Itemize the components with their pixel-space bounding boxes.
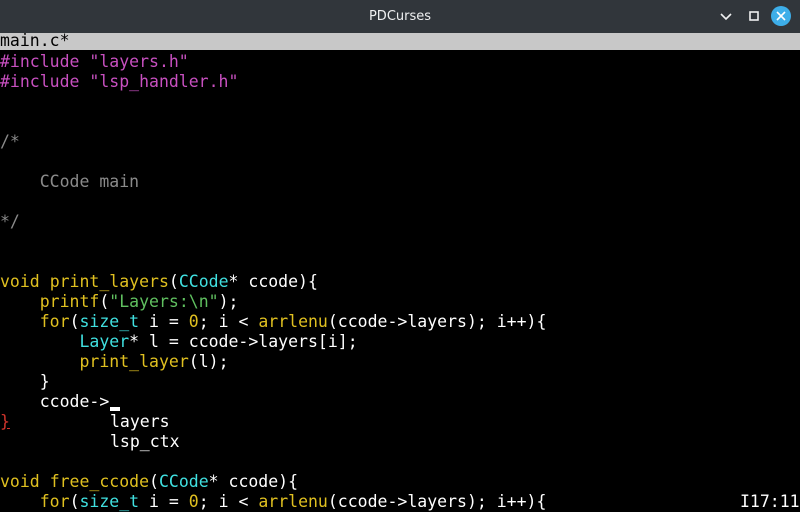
code-line[interactable]: for(size_t i = 0; i < arrlenu(ccode->lay… (0, 492, 547, 512)
code-token: CCode main (0, 172, 140, 191)
code-token: ( (69, 492, 80, 511)
code-token: printf (39, 292, 100, 311)
code-line[interactable]: CCode main (0, 172, 139, 192)
code-token: for (39, 492, 70, 511)
code-token: ; i < (198, 312, 259, 331)
code-token: ( (69, 312, 80, 331)
code-token: (ccode->layers); i++){ (327, 312, 547, 331)
code-token: ( (168, 272, 179, 291)
code-line[interactable]: Layer* l = ccode->layers[i]; (0, 332, 358, 352)
code-token: void (0, 272, 40, 291)
code-token: * ccode){ (228, 272, 318, 291)
code-line[interactable]: } (0, 372, 50, 392)
window-title: PDCurses (368, 9, 432, 24)
code-token: /* (0, 132, 20, 151)
code-line[interactable]: ccode-> (0, 392, 110, 412)
code-line[interactable]: #include "lsp_handler.h" (0, 72, 238, 92)
chevron-down-icon (720, 13, 732, 21)
close-icon (771, 6, 791, 26)
window-titlebar[interactable]: PDCurses (0, 0, 800, 33)
code-token: arrlenu (258, 492, 328, 511)
code-token: 0 (188, 312, 199, 331)
code-token: ; i < (198, 492, 259, 511)
unmatched-brace: } (0, 412, 10, 431)
code-token: ccode-> (0, 392, 110, 411)
code-token: size_t (79, 312, 140, 331)
code-line[interactable]: for(size_t i = 0; i < arrlenu(ccode->lay… (0, 312, 547, 332)
code-token: print_layers (49, 272, 169, 291)
text-cursor (110, 407, 120, 411)
code-token: size_t (79, 492, 140, 511)
code-line[interactable]: #include "layers.h" (0, 52, 189, 72)
close-button[interactable] (771, 6, 791, 26)
code-token: i = (139, 312, 189, 331)
code-token: arrlenu (258, 312, 328, 331)
code-token: ( (99, 292, 110, 311)
autocomplete-item[interactable]: layers (110, 412, 170, 432)
code-token: for (39, 312, 70, 331)
maximize-button[interactable] (744, 6, 764, 26)
code-line[interactable]: /* (0, 132, 20, 152)
filename: main.c* (0, 31, 70, 50)
code-token: #include "layers.h" (0, 52, 189, 71)
code-line[interactable]: void print_layers(CCode* ccode){ (0, 272, 318, 292)
code-line[interactable]: void free_ccode(CCode* ccode){ (0, 472, 298, 492)
code-token: i = (139, 492, 189, 511)
code-token: void (0, 472, 40, 491)
code-token: print_layer (79, 352, 189, 371)
file-status-bar: main.c* (0, 31, 800, 50)
code-token: (ccode->layers); i++){ (327, 492, 547, 511)
code-token: ); (218, 292, 239, 311)
code-token: (l); (188, 352, 229, 371)
autocomplete-item[interactable]: lsp_ctx (110, 432, 180, 452)
code-token: Layer (79, 332, 130, 351)
code-token: ( (149, 472, 159, 491)
code-token: */ (0, 212, 20, 231)
code-token: } (0, 372, 50, 391)
code-token: * l = ccode->layers[i]; (129, 332, 358, 351)
code-line[interactable]: print_layer(l); (0, 352, 229, 372)
code-line[interactable]: printf("Layers:\n"); (0, 292, 239, 312)
maximize-icon (749, 11, 759, 21)
code-token: #include "lsp_handler.h" (0, 72, 239, 91)
code-token: * ccode){ (208, 472, 299, 491)
code-token: 0 (188, 492, 199, 511)
minimize-button[interactable] (716, 6, 736, 26)
code-token: free_ccode (49, 472, 150, 491)
code-token: "Layers:\n" (109, 292, 219, 311)
code-line[interactable]: */ (0, 212, 20, 232)
code-token: CCode (178, 272, 229, 291)
autocomplete-popup[interactable]: layers lsp_ctx (108, 412, 180, 452)
code-token: CCode (158, 472, 209, 491)
cursor-position: I17:11 (740, 492, 800, 511)
terminal-area[interactable]: main.c* #include "layers.h" #include "lsp… (0, 31, 800, 512)
